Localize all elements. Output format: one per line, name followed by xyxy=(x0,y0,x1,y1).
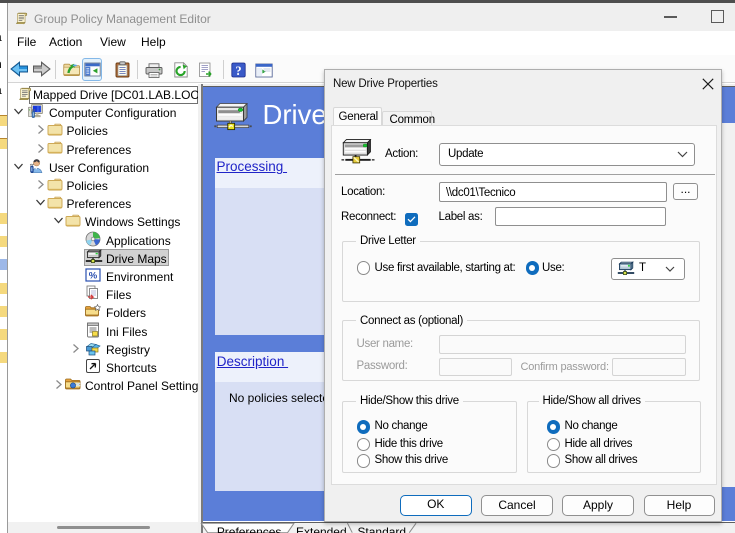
svg-text:Standard: Standard xyxy=(357,525,406,533)
svg-text:Extended: Extended xyxy=(296,525,347,533)
svg-text:Preferences: Preferences xyxy=(217,525,282,533)
